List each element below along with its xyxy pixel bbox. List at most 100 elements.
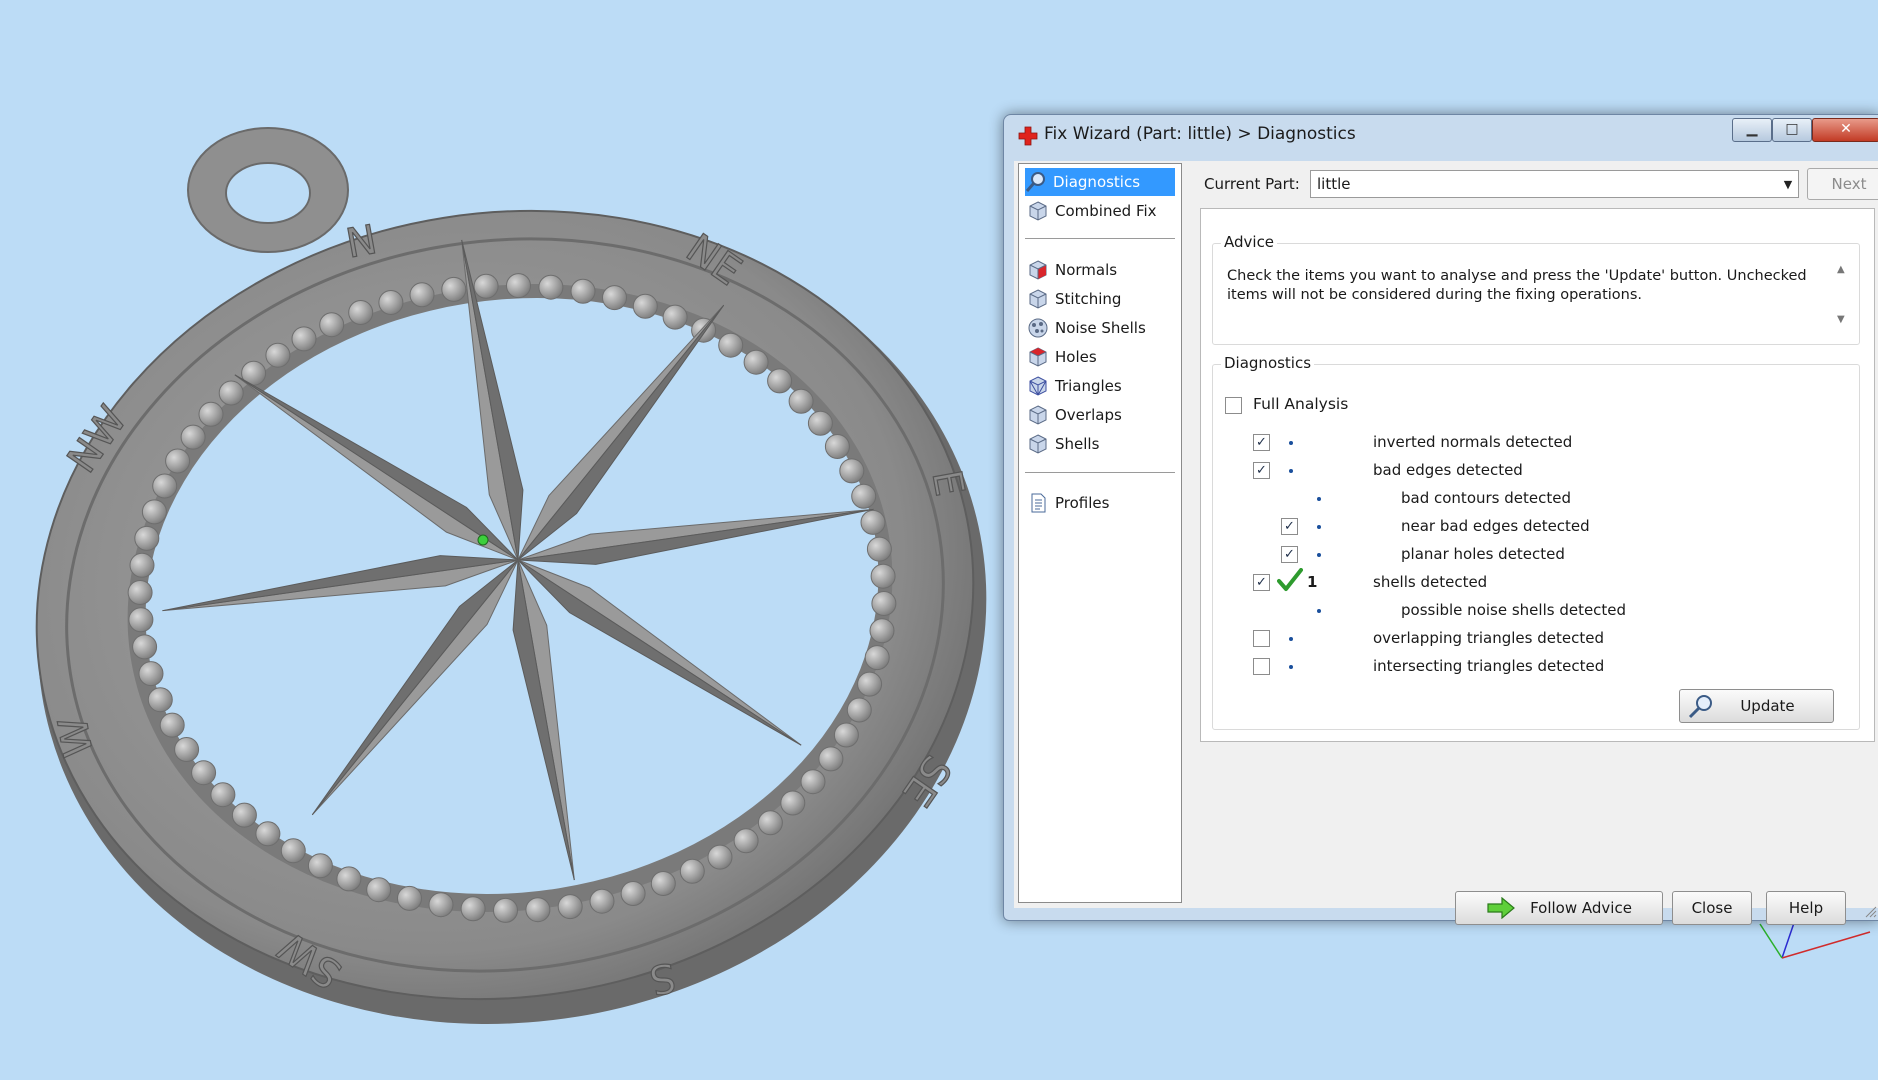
row-label: bad edges detected (1373, 461, 1523, 479)
window-title: Fix Wizard (Part: little) > Diagnostics (1044, 124, 1356, 144)
bead (127, 580, 153, 605)
bead (846, 697, 872, 723)
bead (767, 368, 793, 394)
nav-item-combined-fix[interactable]: Combined Fix (1027, 197, 1175, 225)
bead (180, 424, 206, 450)
bead (866, 536, 892, 562)
bead (128, 607, 154, 633)
bead (718, 332, 744, 358)
axis-triad (1759, 919, 1871, 959)
status-dot (1317, 497, 1321, 501)
compass-pendant-model: N NEESESSWWNW (35, 127, 987, 1024)
bead (557, 894, 583, 920)
bead (620, 881, 646, 906)
fix-wizard-dialog: Fix Wizard (Part: little) > Diagnostics … (1003, 114, 1878, 925)
row-checkbox-near-bad-edges[interactable]: ✓ (1281, 518, 1298, 535)
maximize-button[interactable]: □ (1772, 118, 1812, 142)
update-label: Update (1740, 697, 1795, 715)
row-label: overlapping triangles detected (1373, 629, 1604, 647)
close-window-button[interactable]: ✕ (1812, 118, 1878, 142)
magnifier-icon (1688, 695, 1712, 719)
nav-label: Normals (1055, 261, 1118, 279)
bead (366, 877, 392, 903)
bead (141, 499, 167, 525)
bead (210, 782, 236, 808)
row-label: bad contours detected (1401, 489, 1571, 507)
nav-item-diagnostics[interactable]: Diagnostics (1025, 168, 1175, 196)
bead (525, 897, 551, 923)
status-dot (1289, 637, 1293, 641)
advice-scrollbar[interactable]: ▲ ▼ (1835, 264, 1849, 330)
bead (733, 828, 759, 854)
bead (138, 661, 164, 687)
wizard-nav-list: Diagnostics Combined Fix Normals Stitchi… (1018, 163, 1182, 903)
close-button[interactable]: Close (1672, 891, 1752, 925)
cube-icon (1029, 405, 1047, 425)
row-checkbox-planar-holes[interactable]: ✓ (1281, 546, 1298, 563)
bead (336, 866, 362, 892)
current-part-dropdown[interactable]: little ▼ (1310, 170, 1799, 198)
nav-item-triangles[interactable]: Triangles (1027, 372, 1175, 400)
full-analysis-checkbox[interactable] (1225, 397, 1242, 414)
full-analysis-label: Full Analysis (1253, 395, 1349, 413)
scroll-up-icon[interactable]: ▲ (1837, 264, 1845, 275)
bead (824, 434, 850, 459)
bead (857, 671, 883, 697)
nav-item-overlaps[interactable]: Overlaps (1027, 401, 1175, 429)
bead (570, 278, 596, 304)
diagnostics-panel: Advice Check the items you want to analy… (1200, 208, 1875, 742)
bead (870, 563, 896, 589)
bead (280, 838, 306, 864)
nav-item-noise-shells[interactable]: Noise Shells (1027, 314, 1175, 342)
row-checkbox-shells[interactable]: ✓ (1253, 574, 1270, 591)
bead (650, 871, 676, 896)
next-button[interactable]: Next (1807, 168, 1878, 200)
scroll-down-icon[interactable]: ▼ (1837, 314, 1845, 325)
row-checkbox-overlapping-triangles[interactable] (1253, 630, 1270, 647)
nav-label: Overlaps (1055, 406, 1122, 424)
follow-advice-button[interactable]: Follow Advice (1455, 891, 1663, 925)
row-label: possible noise shells detected (1401, 601, 1627, 619)
bead (428, 892, 454, 918)
bead (231, 802, 257, 828)
title-bar[interactable]: Fix Wizard (Part: little) > Diagnostics … (1004, 115, 1878, 155)
nav-item-profiles[interactable]: Profiles (1027, 489, 1175, 517)
nav-item-normals[interactable]: Normals (1027, 256, 1175, 284)
current-part-value: little (1317, 175, 1351, 193)
row-label: near bad edges detected (1401, 517, 1590, 535)
nav-label: Profiles (1055, 494, 1110, 512)
bead (743, 349, 769, 375)
resize-grip[interactable] (1865, 906, 1877, 918)
nav-item-holes[interactable]: Holes (1027, 343, 1175, 371)
bead (147, 687, 173, 713)
advice-title: Advice (1221, 233, 1278, 251)
bead (348, 300, 374, 325)
minimize-button[interactable]: ▁ (1732, 118, 1772, 142)
bead (460, 896, 486, 922)
bead (159, 712, 185, 738)
row-checkbox-inverted-normals[interactable]: ✓ (1253, 434, 1270, 451)
row-checkbox-intersecting-triangles[interactable] (1253, 658, 1270, 675)
row-checkbox-bad-edges[interactable]: ✓ (1253, 462, 1270, 479)
nav-item-shells[interactable]: Shells (1027, 430, 1175, 458)
compass-label-w: W (50, 713, 102, 760)
bead (409, 282, 435, 308)
bead (132, 634, 158, 660)
bead (679, 858, 705, 884)
status-dot (1317, 609, 1321, 613)
nav-separator (1025, 472, 1175, 473)
nav-label: Diagnostics (1053, 173, 1141, 191)
magnifier-icon (1025, 172, 1045, 192)
green-check-icon (1277, 568, 1303, 591)
bead (707, 844, 733, 870)
bead (473, 273, 499, 299)
bead (198, 401, 224, 427)
update-button[interactable]: Update (1679, 689, 1834, 723)
help-button[interactable]: Help (1766, 891, 1846, 925)
bead (134, 525, 160, 551)
bead (632, 293, 658, 319)
bead (602, 285, 627, 311)
shells-count: 1 (1307, 573, 1318, 591)
cube-icon (1029, 289, 1047, 309)
nav-item-stitching[interactable]: Stitching (1027, 285, 1175, 313)
